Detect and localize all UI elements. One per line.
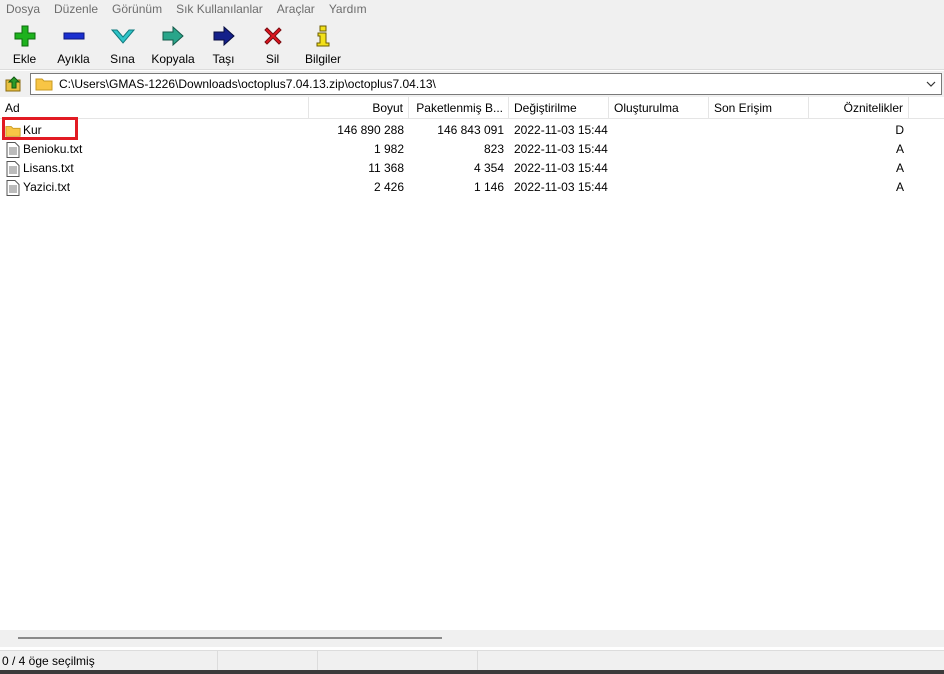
file-attributes: A <box>895 180 904 194</box>
folder-icon <box>35 78 53 91</box>
status-pane-2 <box>218 651 318 671</box>
text-file-icon <box>5 160 21 177</box>
menu-sik-kullanilanlar[interactable]: Sık Kullanılanlar <box>176 2 263 16</box>
file-list[interactable]: Ad Boyut Paketlenmiş B... Değiştirilme O… <box>0 97 944 630</box>
file-name: Kur <box>23 123 42 137</box>
list-header: Ad Boyut Paketlenmiş B... Değiştirilme O… <box>0 97 944 119</box>
address-path: C:\Users\GMAS-1226\Downloads\octoplus7.0… <box>59 77 436 91</box>
add-button-label: Ekle <box>12 52 37 66</box>
info-button-label: Bilgiler <box>304 52 341 66</box>
file-size: 1 982 <box>373 142 404 156</box>
toolbar: Ekle Ayıkla Sına Kopyala Taşı Sil Bilgil… <box>0 18 944 70</box>
column-header-packed-size[interactable]: Paketlenmiş B... <box>409 97 509 119</box>
menu-dosya[interactable]: Dosya <box>6 2 40 16</box>
list-item[interactable]: Yazici.txt 2 426 1 146 2022-11-03 15:44 … <box>0 178 944 197</box>
text-file-icon <box>5 141 21 158</box>
file-size: 11 368 <box>368 161 404 175</box>
menu-bar: Dosya Düzenle Görünüm Sık Kullanılanlar … <box>0 0 944 18</box>
file-modified: 2022-11-03 15:44 <box>514 123 608 137</box>
file-modified: 2022-11-03 15:44 <box>514 142 608 156</box>
delete-button[interactable]: Sil <box>248 18 297 70</box>
file-attributes: A <box>895 161 904 175</box>
delete-x-icon <box>260 23 286 49</box>
info-icon <box>310 23 336 49</box>
file-accessed <box>709 140 809 159</box>
file-packed-size: 4 354 <box>473 161 504 175</box>
move-button-label: Taşı <box>212 52 235 66</box>
status-selection: 0 / 4 öge seçilmiş <box>0 651 218 671</box>
file-packed-size: 1 146 <box>473 180 504 194</box>
scrollbar-thumb[interactable] <box>18 637 442 639</box>
column-header-attributes[interactable]: Öznitelikler <box>809 97 909 119</box>
menu-araclar[interactable]: Araçlar <box>277 2 315 16</box>
file-name: Yazici.txt <box>23 180 71 194</box>
copy-arrow-icon <box>160 23 186 49</box>
menu-duzenle[interactable]: Düzenle <box>54 2 98 16</box>
plus-icon <box>12 23 38 49</box>
file-created <box>609 159 709 178</box>
up-folder-icon <box>5 76 21 92</box>
add-button[interactable]: Ekle <box>0 18 49 70</box>
folder-icon <box>5 123 21 139</box>
minus-icon <box>61 23 87 49</box>
file-modified: 2022-11-03 15:44 <box>514 180 608 194</box>
list-item[interactable]: Benioku.txt 1 982 823 2022-11-03 15:44 A <box>0 140 944 159</box>
extract-button[interactable]: Ayıkla <box>49 18 98 70</box>
column-header-accessed[interactable]: Son Erişim <box>709 97 809 119</box>
address-bar: C:\Users\GMAS-1226\Downloads\octoplus7.0… <box>0 71 944 97</box>
file-modified: 2022-11-03 15:44 <box>514 161 608 175</box>
horizontal-scrollbar[interactable] <box>0 630 944 647</box>
list-item[interactable]: Kur 146 890 288 146 843 091 2022-11-03 1… <box>0 121 944 140</box>
menu-yardim[interactable]: Yardım <box>329 2 367 16</box>
file-attributes: D <box>895 123 904 137</box>
copy-button[interactable]: Kopyala <box>147 18 199 70</box>
chevron-down-icon <box>926 81 936 87</box>
file-created <box>609 140 709 159</box>
info-button[interactable]: Bilgiler <box>297 18 349 70</box>
taskbar-edge <box>0 670 944 674</box>
address-dropdown-button[interactable] <box>923 74 939 94</box>
file-created <box>609 121 709 140</box>
file-accessed <box>709 178 809 197</box>
copy-button-label: Kopyala <box>151 52 195 66</box>
text-file-icon <box>5 179 21 196</box>
extract-button-label: Ayıkla <box>57 52 90 66</box>
list-item[interactable]: Lisans.txt 11 368 4 354 2022-11-03 15:44… <box>0 159 944 178</box>
move-arrow-icon <box>211 23 237 49</box>
status-bar: 0 / 4 öge seçilmiş <box>0 650 944 671</box>
up-folder-button[interactable] <box>2 73 26 95</box>
menu-gorunum[interactable]: Görünüm <box>112 2 162 16</box>
file-size: 2 426 <box>373 180 404 194</box>
file-packed-size: 146 843 091 <box>437 123 504 137</box>
file-accessed <box>709 121 809 140</box>
column-header-name[interactable]: Ad <box>0 97 309 119</box>
test-button-label: Sına <box>110 52 135 66</box>
status-pane-3 <box>318 651 478 671</box>
file-created <box>609 178 709 197</box>
file-packed-size: 823 <box>483 142 504 156</box>
file-accessed <box>709 159 809 178</box>
address-field[interactable]: C:\Users\GMAS-1226\Downloads\octoplus7.0… <box>30 73 942 95</box>
check-icon <box>110 23 136 49</box>
test-button[interactable]: Sına <box>98 18 147 70</box>
file-name: Lisans.txt <box>23 161 74 175</box>
column-header-created[interactable]: Oluşturulma <box>609 97 709 119</box>
file-name: Benioku.txt <box>23 142 83 156</box>
column-header-size[interactable]: Boyut <box>309 97 409 119</box>
delete-button-label: Sil <box>265 52 280 66</box>
file-attributes: A <box>895 142 904 156</box>
file-size: 146 890 288 <box>337 123 404 137</box>
move-button[interactable]: Taşı <box>199 18 248 70</box>
column-header-modified[interactable]: Değiştirilme <box>509 97 609 119</box>
